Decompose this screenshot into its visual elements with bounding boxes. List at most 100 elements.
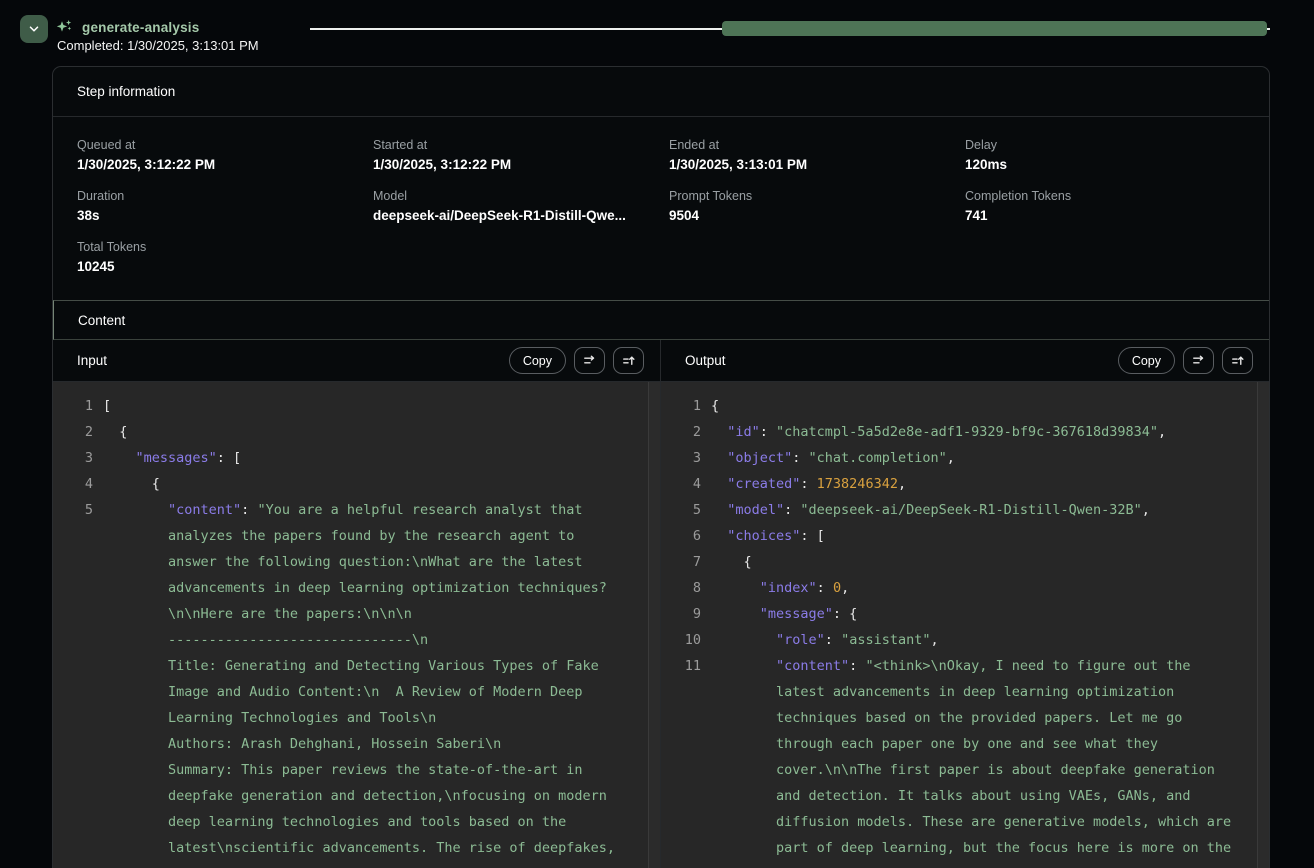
code-text: "content": "You are a helpful research a… <box>103 497 630 868</box>
copy-button[interactable]: Copy <box>1118 347 1175 374</box>
field-label: Queued at <box>77 138 357 152</box>
field-value: 741 <box>965 208 1245 223</box>
code-line: 7{ <box>661 549 1269 575</box>
code-line: 9 "message": { <box>661 601 1269 627</box>
content-panels: Input Copy <box>53 340 1269 868</box>
code-line: 3 "messages": [ <box>53 445 660 471</box>
field-total-tokens: Total Tokens 10245 <box>77 240 357 274</box>
code-line: 5 "model": "deepseek-ai/DeepSeek-R1-Disti… <box>661 497 1269 523</box>
field-value: 1/30/2025, 3:12:22 PM <box>373 157 653 172</box>
wrap-lines-icon <box>582 353 597 368</box>
code-line: 1{ <box>661 393 1269 419</box>
wrap-lines-button[interactable] <box>574 347 605 374</box>
field-label: Model <box>373 189 653 203</box>
field-value: 10245 <box>77 259 357 274</box>
code-text: "created": 1738246342, <box>711 471 1239 497</box>
code-text: "model": "deepseek-ai/DeepSeek-R1-Distil… <box>711 497 1239 523</box>
code-text: [ <box>103 393 630 419</box>
code-line: 4 "created": 1738246342, <box>661 471 1269 497</box>
line-number: 7 <box>661 549 701 575</box>
wrap-lines-button[interactable] <box>1183 347 1214 374</box>
code-line: 2 "id": "chatcmpl-5a5d2e8e-adf1-9329-bf9c… <box>661 419 1269 445</box>
output-panel: Output Copy <box>661 340 1269 868</box>
line-number: 4 <box>53 471 93 497</box>
code-text: { <box>103 471 630 497</box>
chevron-down-icon <box>27 22 41 36</box>
field-duration: Duration 38s <box>77 189 357 223</box>
field-label: Prompt Tokens <box>669 189 949 203</box>
field-value: 1/30/2025, 3:13:01 PM <box>669 157 949 172</box>
field-value: 38s <box>77 208 357 223</box>
panel-title: Input <box>77 353 107 368</box>
field-label: Duration <box>77 189 357 203</box>
code-line: 4{ <box>53 471 660 497</box>
code-text: "id": "chatcmpl-5a5d2e8e-adf1-9329-bf9c-… <box>711 419 1239 445</box>
code-line: 5"content": "You are a helpful research … <box>53 497 660 868</box>
scroll-to-top-button[interactable] <box>1222 347 1253 374</box>
field-value: deepseek-ai/DeepSeek-R1-Distill-Qwe... <box>373 208 653 223</box>
line-number: 10 <box>661 627 701 653</box>
line-number: 5 <box>53 497 93 868</box>
line-number: 8 <box>661 575 701 601</box>
output-code-viewer: 1{2"id": "chatcmpl-5a5d2e8e-adf1-9329-bf… <box>661 382 1269 868</box>
code-text: "object": "chat.completion", <box>711 445 1239 471</box>
field-label: Total Tokens <box>77 240 357 254</box>
code-text: { <box>103 419 630 445</box>
sparkles-icon <box>56 19 73 36</box>
field-completion-tokens: Completion Tokens 741 <box>965 189 1245 223</box>
input-code-viewer: 1[2{3"messages": [4{5"content": "You are… <box>53 382 660 868</box>
scroll-to-top-button[interactable] <box>613 347 644 374</box>
field-value: 9504 <box>669 208 949 223</box>
code-line: 1[ <box>53 393 660 419</box>
field-value: 120ms <box>965 157 1245 172</box>
code-line: 6 "choices": [ <box>661 523 1269 549</box>
field-queued-at: Queued at 1/30/2025, 3:12:22 PM <box>77 138 357 172</box>
field-started-at: Started at 1/30/2025, 3:12:22 PM <box>373 138 653 172</box>
line-number: 9 <box>661 601 701 627</box>
code-line: 3 "object": "chat.completion", <box>661 445 1269 471</box>
field-label: Ended at <box>669 138 949 152</box>
line-number: 11 <box>661 653 701 868</box>
code-text: "choices": [ <box>711 523 1239 549</box>
field-model: Model deepseek-ai/DeepSeek-R1-Distill-Qw… <box>373 189 653 223</box>
line-number: 3 <box>661 445 701 471</box>
content-section-header: Content <box>53 300 1269 340</box>
code-line: 8 "index": 0, <box>661 575 1269 601</box>
step-detail-card: Step information Queued at 1/30/2025, 3:… <box>52 66 1270 868</box>
line-number: 6 <box>661 523 701 549</box>
scroll-to-top-icon <box>1230 353 1245 368</box>
field-delay: Delay 120ms <box>965 138 1245 172</box>
line-number: 5 <box>661 497 701 523</box>
field-label: Started at <box>373 138 653 152</box>
code-text: "message": { <box>711 601 1239 627</box>
field-label: Completion Tokens <box>965 189 1245 203</box>
input-panel: Input Copy <box>53 340 661 868</box>
code-text: "messages": [ <box>103 445 630 471</box>
output-scrollbar[interactable] <box>1257 382 1269 868</box>
panel-actions: Copy <box>509 347 644 374</box>
timeline-step-bar[interactable] <box>722 21 1267 36</box>
scroll-to-top-icon <box>621 353 636 368</box>
copy-button[interactable]: Copy <box>509 347 566 374</box>
line-number: 4 <box>661 471 701 497</box>
line-number: 1 <box>661 393 701 419</box>
field-ended-at: Ended at 1/30/2025, 3:13:01 PM <box>669 138 949 172</box>
code-line: 11"content": "<think>\nOkay, I need to f… <box>661 653 1269 868</box>
code-text: "content": "<think>\nOkay, I need to fig… <box>711 653 1239 868</box>
code-text: "index": 0, <box>711 575 1239 601</box>
wrap-lines-icon <box>1191 353 1206 368</box>
step-information-grid: Queued at 1/30/2025, 3:12:22 PM Started … <box>53 117 1269 300</box>
panel-title: Output <box>685 353 726 368</box>
code-text: "role": "assistant", <box>711 627 1239 653</box>
step-title: generate-analysis <box>82 20 199 35</box>
collapse-button[interactable] <box>20 15 48 43</box>
code-text: { <box>711 393 1239 419</box>
line-number: 3 <box>53 445 93 471</box>
input-scrollbar[interactable] <box>648 382 660 868</box>
code-line: 2{ <box>53 419 660 445</box>
step-status: Completed: 1/30/2025, 3:13:01 PM <box>57 38 259 53</box>
input-panel-header: Input Copy <box>53 340 660 382</box>
line-number: 2 <box>661 419 701 445</box>
field-label: Delay <box>965 138 1245 152</box>
field-prompt-tokens: Prompt Tokens 9504 <box>669 189 949 223</box>
